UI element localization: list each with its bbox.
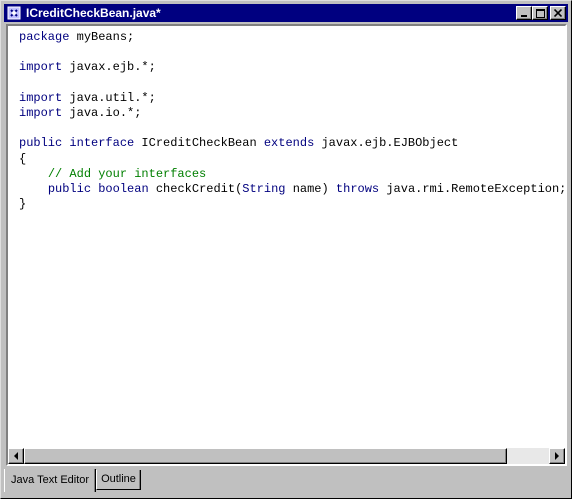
code-line[interactable]: import java.util.*; [19,91,565,106]
code-line[interactable]: import javax.ejb.*; [19,60,565,75]
scroll-left-button[interactable] [8,448,24,464]
code-token: java.rmi.RemoteException; [379,181,565,196]
code-editor[interactable]: package myBeans; import javax.ejb.*; impor… [8,26,565,448]
code-token: javax.ejb.EJBObject [314,136,459,151]
code-token: checkCredit( [148,181,243,196]
code-keyword: package [19,30,70,44]
editor-frame: package myBeans; import javax.ejb.*; impor… [6,24,567,466]
code-token: { [19,151,27,166]
code-line[interactable] [19,121,565,136]
code-token: name) [285,181,336,196]
code-keyword: public [19,136,63,151]
window-title: ICreditCheckBean.java* [26,6,161,20]
title-bar[interactable]: ICreditCheckBean.java* [4,4,568,22]
code-keyword: import [19,60,63,75]
tab-outline[interactable]: Outline [96,470,141,490]
maximize-button[interactable] [532,6,548,20]
code-comment: // Add your interfaces [47,166,207,181]
code-line[interactable]: } [19,197,565,212]
code-keyword: import [19,90,63,105]
code-line[interactable] [19,76,565,91]
code-keyword: extends [263,136,315,151]
horizontal-scrollbar[interactable] [8,448,565,464]
code-line[interactable] [19,45,565,60]
scrollbar-thumb[interactable] [24,448,507,464]
editor-tabs: Java Text Editor Outline [4,469,141,493]
arrow-left-icon [14,452,18,460]
scrollbar-track[interactable] [24,448,549,464]
window-controls [516,6,566,20]
code-line[interactable]: { [19,152,565,167]
code-keyword: String [242,181,286,196]
minimize-icon [521,15,527,17]
code-token: java.util.*; [62,90,156,105]
code-keyword: interface [69,136,135,151]
code-line[interactable]: public boolean checkCredit(String name) … [19,182,565,197]
code-keyword: import [19,105,63,120]
scroll-right-button[interactable] [549,448,565,464]
code-line[interactable]: public interface ICreditCheckBean extend… [19,136,565,151]
editor-window: ICreditCheckBean.java* package myBeans; … [0,0,572,499]
code-keyword: throws [335,181,380,196]
code-keyword: boolean [98,181,149,196]
maximize-icon [535,8,545,18]
java-file-icon [6,5,22,21]
tab-java-text-editor[interactable]: Java Text Editor [4,469,97,492]
code-token: javax.ejb.*; [62,60,156,75]
code-token: myBeans; [69,30,135,44]
code-text[interactable]: package myBeans; import javax.ejb.*; impor… [8,26,565,212]
code-line[interactable]: import java.io.*; [19,106,565,121]
arrow-right-icon [555,452,559,460]
code-keyword: public [47,181,92,196]
code-token: ICreditCheckBean [134,136,264,151]
code-line[interactable]: // Add your interfaces [19,167,565,182]
minimize-button[interactable] [516,6,532,20]
code-token: java.io.*; [62,105,142,120]
code-line[interactable]: package myBeans; [19,30,565,45]
close-icon [554,9,562,17]
close-button[interactable] [550,6,566,20]
code-token: } [19,197,27,212]
